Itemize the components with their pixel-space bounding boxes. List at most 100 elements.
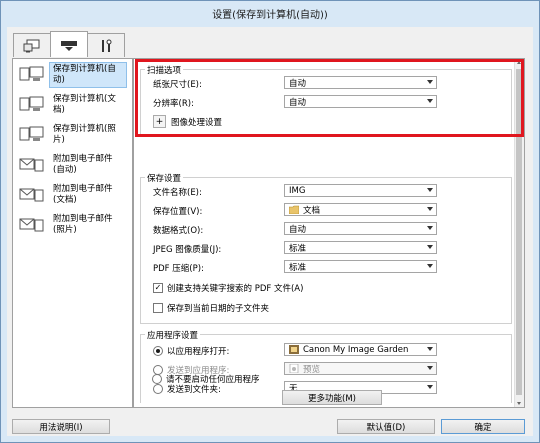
sidebar-item-label: 保存到计算机(文档): [53, 94, 116, 115]
sidebar-item-save-document[interactable]: 保存到计算机(文档): [13, 92, 132, 121]
sidebar-item-label: 保存到计算机(照片): [53, 124, 116, 145]
scroll-up-icon[interactable]: [517, 61, 521, 64]
chevron-down-icon: [427, 226, 433, 230]
resolution-select[interactable]: 自动: [284, 95, 437, 108]
scroll-down-icon[interactable]: [517, 402, 521, 405]
computer-icon: [19, 66, 44, 81]
tab-scan-from-panel[interactable]: [50, 31, 88, 57]
jpeg-quality-select[interactable]: 标准: [284, 241, 437, 254]
pdf-compression-label: PDF 压缩(P):: [153, 264, 204, 274]
no-app-radio[interactable]: [152, 374, 162, 384]
scroll-thumb[interactable]: [516, 69, 522, 395]
pdf-compression-value: 标准: [289, 262, 307, 273]
scan-type-list: 保存到计算机(自动) 保存到计算机(文档) 保存到计算机(照片) 附加到电子邮件…: [12, 58, 133, 408]
save-in-label: 保存位置(V):: [153, 207, 203, 217]
pdf-compression-row: PDF 压缩(P):: [153, 262, 204, 274]
paper-size-label: 纸张尺寸(E):: [153, 80, 202, 90]
searchable-pdf-checkbox[interactable]: ✓: [153, 283, 163, 293]
send-folder-radio[interactable]: [153, 384, 163, 394]
jpeg-quality-value: 标准: [289, 243, 307, 254]
sidebar-item-label: 附加到电子邮件(照片): [53, 214, 113, 235]
filename-row: 文件名称(E):: [153, 186, 202, 198]
window-title: 设置(保存到计算机(自动)): [212, 9, 328, 21]
filename-select[interactable]: IMG: [284, 184, 437, 197]
help-label: 用法说明(I): [39, 422, 83, 433]
scan-computer-icon: [23, 39, 40, 52]
group-title: 保存设置: [145, 172, 184, 184]
chevron-down-icon: [427, 245, 433, 249]
settings-panel: 扫描选项 纸张尺寸(E): 自动 分辨率(R): 自动 + 图像处理设置 保存设…: [133, 58, 525, 408]
sidebar-item-save-photo[interactable]: 保存到计算机(照片): [13, 122, 132, 151]
open-app-row[interactable]: 以应用程序打开:: [153, 345, 229, 357]
jpeg-quality-label: JPEG 图像质量(J):: [153, 245, 222, 255]
chevron-down-icon: [427, 99, 433, 103]
chevron-down-icon: [427, 366, 433, 370]
ok-label: 确定: [474, 422, 492, 433]
resolution-value: 自动: [289, 97, 307, 108]
send-app-value: 预览: [303, 364, 321, 375]
pdf-compression-select[interactable]: 标准: [284, 260, 437, 273]
paper-size-select[interactable]: 自动: [284, 76, 437, 89]
tab-scan-from-computer[interactable]: [13, 33, 51, 57]
help-button[interactable]: 用法说明(I): [12, 419, 110, 434]
sidebar-item-email-auto[interactable]: 附加到电子邮件(自动): [13, 152, 132, 181]
jpeg-quality-row: JPEG 图像质量(J):: [153, 243, 221, 255]
searchable-pdf-row[interactable]: ✓ 创建支持关键字搜索的 PDF 文件(A): [153, 282, 303, 294]
ok-button[interactable]: 确定: [441, 419, 525, 434]
computer-icon: [19, 126, 44, 141]
email-icon: [19, 158, 44, 172]
more-functions-label: 更多功能(M): [308, 393, 356, 404]
tab-general-settings[interactable]: [87, 33, 125, 57]
tools-icon: [102, 39, 112, 52]
no-app-row[interactable]: 请不要启动任何应用程序: [152, 373, 260, 385]
chevron-down-icon: [427, 80, 433, 84]
subfolder-row[interactable]: 保存到当前日期的子文件夹: [153, 302, 269, 314]
group-title: 应用程序设置: [145, 329, 201, 341]
settings-scrollbar[interactable]: [514, 59, 524, 407]
chevron-down-icon: [427, 207, 433, 211]
folder-icon: [289, 205, 299, 214]
subfolder-checkbox[interactable]: [153, 303, 163, 313]
computer-icon: [19, 96, 44, 111]
no-app-label: 请不要启动任何应用程序: [166, 375, 260, 385]
data-format-select[interactable]: 自动: [284, 222, 437, 235]
email-icon: [19, 218, 44, 232]
more-functions-button[interactable]: 更多功能(M): [282, 390, 382, 405]
expand-button[interactable]: +: [153, 115, 166, 128]
save-in-select[interactable]: 文档: [284, 203, 437, 216]
sidebar-item-email-document[interactable]: 附加到电子邮件(文档): [13, 182, 132, 211]
sidebar-item-save-auto[interactable]: 保存到计算机(自动): [13, 62, 132, 91]
subfolder-label: 保存到当前日期的子文件夹: [167, 304, 270, 314]
chevron-down-icon: [427, 188, 433, 192]
sidebar-item-label: 保存到计算机(自动): [49, 62, 127, 88]
open-app-select[interactable]: Canon My Image Garden: [284, 343, 437, 356]
tab-bar: [13, 31, 125, 59]
data-format-row: 数据格式(O):: [153, 224, 203, 236]
open-app-value: Canon My Image Garden: [303, 344, 409, 355]
image-processing-label: 图像处理设置: [171, 117, 223, 128]
save-in-row: 保存位置(V):: [153, 205, 202, 217]
sidebar-item-email-photo[interactable]: 附加到电子邮件(照片): [13, 212, 132, 241]
preview-icon: [289, 364, 299, 373]
data-format-label: 数据格式(O):: [153, 226, 204, 236]
chevron-down-icon: [427, 385, 433, 389]
defaults-label: 默认值(D): [366, 422, 406, 433]
open-app-label: 以应用程序打开:: [167, 347, 230, 357]
resolution-label: 分辨率(R):: [153, 99, 194, 109]
send-app-select[interactable]: 预览: [284, 362, 437, 375]
image-processing-row: + 图像处理设置: [153, 115, 222, 128]
filename-value: IMG: [289, 185, 306, 196]
scanner-icon: [61, 40, 77, 51]
radio-dot: [156, 349, 160, 353]
sidebar-item-label: 附加到电子邮件(自动): [53, 154, 113, 175]
scan-options-group: 扫描选项 纸张尺寸(E): 自动 分辨率(R): 自动 + 图像处理设置: [140, 64, 512, 135]
paper-size-row: 纸张尺寸(E):: [153, 78, 202, 90]
chevron-down-icon: [427, 264, 433, 268]
filename-label: 文件名称(E):: [153, 188, 202, 198]
searchable-pdf-label: 创建支持关键字搜索的 PDF 文件(A): [167, 284, 304, 294]
settings-window: 设置(保存到计算机(自动)) 保存到计算机(自动) 保存到计算机(文档) 保存到…: [0, 0, 540, 443]
open-app-radio[interactable]: [153, 346, 163, 356]
defaults-button[interactable]: 默认值(D): [337, 419, 435, 434]
chevron-down-icon: [427, 347, 433, 351]
save-in-value: 文档: [303, 205, 321, 216]
